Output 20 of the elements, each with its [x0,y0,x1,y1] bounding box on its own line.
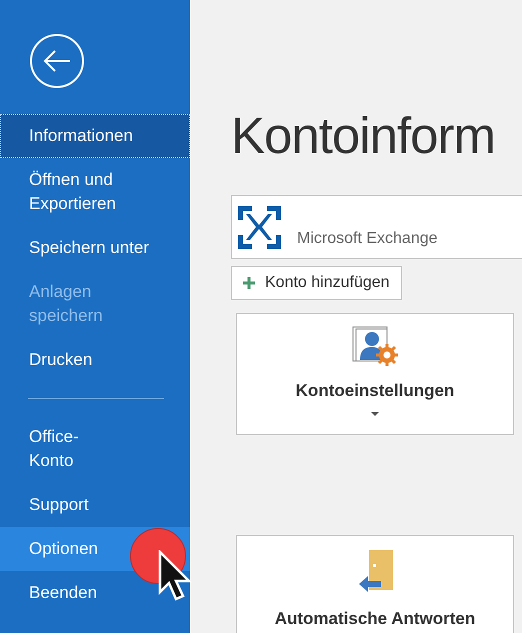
back-button[interactable] [30,34,84,88]
add-account-button[interactable]: Konto hinzufügen [231,266,402,300]
account-name: Microsoft Exchange [297,229,438,249]
tile-button[interactable]: Automatische Antworten [236,535,514,633]
sidebar-item[interactable]: Office-Konto [0,415,110,483]
sidebar-item[interactable]: Speichern unter [0,226,190,270]
sidebar-item[interactable]: Öffnen und Exportieren [0,158,140,226]
page-title: Kontoinform [231,106,496,166]
plus-icon [243,277,255,289]
person-gear-icon [352,326,398,366]
tile-button[interactable]: Kontoeinstellungen [236,313,514,435]
sidebar-item[interactable]: Support [0,483,140,527]
door-arrow-icon [357,548,393,594]
exchange-logo-icon [238,206,281,249]
sidebar-item[interactable]: Beenden [0,571,190,615]
sidebar-item[interactable]: Informationen [0,114,190,158]
mouse-cursor-icon [158,550,192,602]
caret-icon [371,412,379,416]
sidebar-item[interactable]: Drucken [0,338,190,382]
back-arrow-icon [42,49,72,73]
